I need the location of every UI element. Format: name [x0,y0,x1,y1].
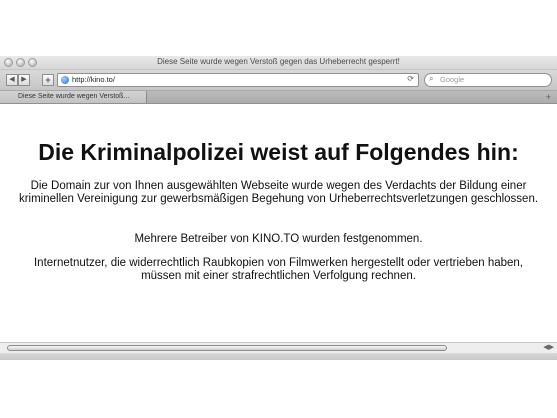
scrollbar-thumb[interactable] [7,345,447,351]
title-bar: Diese Seite wurde wegen Verstoß gegen da… [0,56,557,70]
url-text: http://kino.to/ [72,75,115,84]
tab-bar: Diese Seite wurde wegen Verstoß... + [0,91,557,104]
globe-icon [61,76,69,84]
address-bar[interactable]: http://kino.to/ ⟳ [57,73,419,87]
browser-toolbar: ◀ ▶ + http://kino.to/ ⟳ ⌕ Google [0,70,557,91]
tab-current[interactable]: Diese Seite wurde wegen Verstoß... [0,91,147,103]
page-heading: Die Kriminalpolizei weist auf Folgendes … [38,139,519,165]
add-bookmark-button[interactable]: + [42,74,54,86]
page-content: Die Kriminalpolizei weist auf Folgendes … [0,104,557,344]
window-title: Diese Seite wurde wegen Verstoß gegen da… [157,57,400,66]
domain-closure-notice: Die Domain zur von Ihnen ausgewählten We… [18,180,539,206]
back-button[interactable]: ◀ [6,74,18,86]
search-icon: ⌕ [429,74,434,83]
scroll-arrows-icon[interactable]: ◀▶ [543,343,554,351]
reload-icon[interactable]: ⟳ [407,74,414,83]
new-tab-button[interactable]: + [546,91,551,103]
arrest-notice: Mehrere Betreiber von KINO.TO wurden fes… [134,233,423,245]
forward-button[interactable]: ▶ [18,74,30,86]
browser-window: Diese Seite wurde wegen Verstoß gegen da… [0,56,557,360]
status-bar [0,353,557,360]
search-placeholder: Google [440,75,465,84]
prosecution-warning: Internetnutzer, die widerrechtlich Raubk… [33,257,524,283]
search-field[interactable]: ⌕ Google [424,73,552,87]
